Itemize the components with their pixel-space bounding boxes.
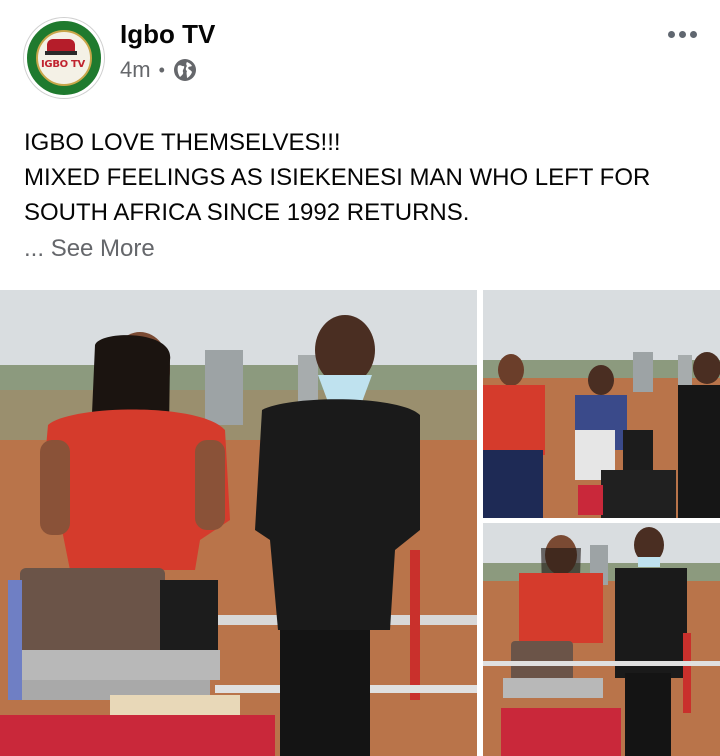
facebook-post: IGBO TV Igbo TV 4m • IGBO LOVE THEMSELVE…: [0, 0, 720, 756]
more-dot: [678, 30, 686, 38]
see-more: ... See More: [24, 232, 155, 266]
see-more-link[interactable]: See More: [51, 235, 155, 262]
page-name[interactable]: Igbo TV: [120, 18, 215, 50]
main-photo[interactable]: [0, 290, 477, 756]
bottom-right-photo[interactable]: [483, 523, 720, 756]
more-dot: [667, 30, 675, 38]
post-meta: 4m •: [120, 56, 197, 84]
post-text-line: MIXED FEELINGS AS ISIEKENESI MAN WHO LEF…: [24, 164, 651, 191]
ellipsis: ...: [24, 235, 45, 262]
post-timestamp[interactable]: 4m: [120, 57, 151, 83]
post-text-line: IGBO LOVE THEMSELVES!!!: [24, 129, 341, 156]
post-header: IGBO TV Igbo TV 4m •: [0, 0, 720, 110]
meta-separator: •: [158, 59, 165, 80]
post-text-line: SOUTH AFRICA SINCE 1992 RETURNS.: [24, 199, 470, 226]
avatar-hat-icon: [45, 39, 77, 55]
more-dot: [689, 30, 697, 38]
post-text: IGBO LOVE THEMSELVES!!! MIXED FEELINGS A…: [24, 125, 704, 230]
more-options-icon[interactable]: [660, 18, 704, 50]
avatar-logo-text: IGBO TV: [41, 59, 85, 70]
page-avatar[interactable]: IGBO TV: [24, 18, 104, 98]
globe-icon[interactable]: [173, 58, 197, 82]
top-right-photo[interactable]: [483, 290, 720, 518]
